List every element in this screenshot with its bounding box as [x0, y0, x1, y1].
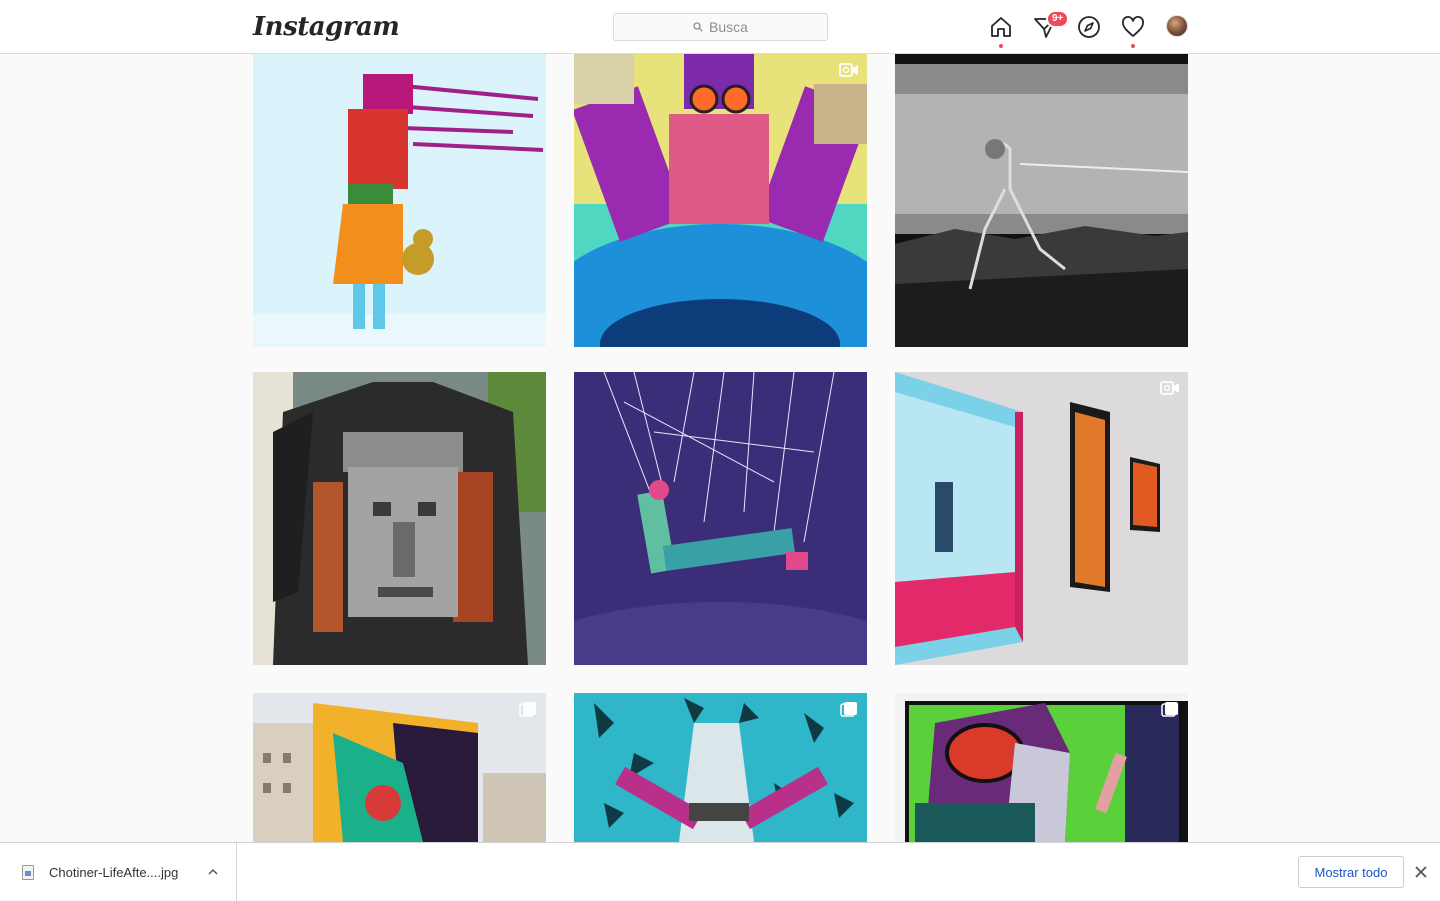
post-thumbnail[interactable]: [895, 693, 1188, 842]
notification-badge: 9+: [1046, 10, 1070, 28]
home-button[interactable]: [988, 13, 1014, 48]
activity-button[interactable]: [1120, 13, 1146, 48]
post-image: [574, 372, 867, 665]
post-image: [574, 54, 867, 347]
chevron-up-icon[interactable]: [206, 865, 220, 879]
post-image: [253, 372, 546, 665]
compass-icon: [1078, 16, 1100, 38]
post-thumbnail[interactable]: [574, 54, 867, 347]
close-icon[interactable]: [1413, 864, 1429, 880]
post-image: [253, 693, 546, 842]
video-indicator-icon: [1160, 381, 1179, 395]
post-thumbnail[interactable]: [574, 372, 867, 665]
search-placeholder: Busca: [709, 19, 748, 35]
show-all-button[interactable]: Mostrar todo: [1298, 856, 1404, 888]
home-activity-dot: [999, 44, 1003, 48]
carousel-indicator-icon: [1161, 702, 1178, 717]
post-image: [895, 693, 1188, 842]
top-navigation: Instagram Busca 9+: [0, 0, 1440, 54]
image-file-icon: [22, 865, 34, 880]
direct-messages-button[interactable]: 9+: [1032, 10, 1070, 41]
post-thumbnail[interactable]: [895, 54, 1188, 347]
download-file-name: Chotiner-LifeAfte....jpg: [49, 865, 179, 880]
post-image: [895, 372, 1188, 665]
download-item[interactable]: Chotiner-LifeAfte....jpg: [0, 843, 237, 901]
post-image: [895, 54, 1188, 347]
video-indicator-icon: [839, 63, 858, 77]
search-icon: [693, 22, 703, 32]
carousel-indicator-icon: [840, 702, 857, 717]
post-image: [253, 54, 546, 347]
post-image: [574, 693, 867, 842]
instagram-logo[interactable]: Instagram: [253, 12, 400, 42]
heart-icon: [1122, 16, 1144, 37]
explore-button[interactable]: [1076, 13, 1102, 41]
home-icon: [991, 17, 1011, 37]
search-input[interactable]: Busca: [613, 13, 828, 41]
post-thumbnail[interactable]: [574, 693, 867, 842]
post-thumbnail[interactable]: [253, 372, 546, 665]
post-thumbnail[interactable]: [253, 54, 546, 347]
activity-dot: [1131, 44, 1135, 48]
profile-avatar[interactable]: [1166, 15, 1188, 37]
post-thumbnail[interactable]: [895, 372, 1188, 665]
post-thumbnail[interactable]: [253, 693, 546, 842]
carousel-indicator-icon: [519, 702, 536, 717]
download-bar: Chotiner-LifeAfte....jpg Mostrar todo: [0, 842, 1440, 901]
